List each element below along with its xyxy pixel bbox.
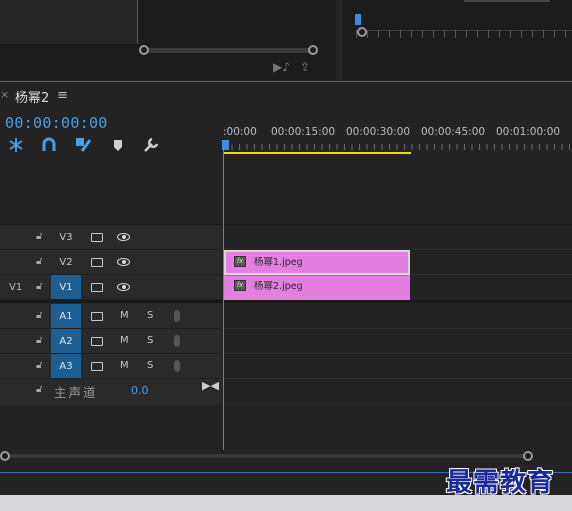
master-track-label: 主声道 bbox=[54, 385, 98, 400]
ruler-tick-label: 00:00:30:00 bbox=[346, 126, 411, 138]
sync-lock-icon[interactable] bbox=[91, 283, 103, 292]
track-target-v1[interactable]: V1 bbox=[51, 275, 81, 299]
fx-badge-icon: fx bbox=[234, 256, 246, 267]
ruler-tick-label: 00:00:15:00 bbox=[271, 126, 336, 138]
sync-lock-icon[interactable] bbox=[91, 258, 103, 267]
linked-select-icon[interactable] bbox=[75, 137, 91, 153]
monitor-frame bbox=[0, 0, 138, 44]
work-area-bar[interactable] bbox=[224, 152, 411, 154]
snap-icon[interactable] bbox=[8, 137, 24, 153]
clip-name: 杨幂2.jpeg bbox=[254, 281, 303, 292]
track-header-v1[interactable]: V1 🔓︎ V1 bbox=[0, 275, 222, 300]
master-volume-value[interactable]: 0.0 bbox=[131, 384, 149, 397]
lock-icon[interactable]: 🔓︎ bbox=[36, 231, 42, 242]
sync-lock-icon[interactable] bbox=[91, 312, 103, 321]
track-target-a2[interactable]: A2 bbox=[51, 329, 81, 353]
program-playhead-icon[interactable] bbox=[355, 14, 361, 25]
sync-lock-icon[interactable] bbox=[91, 337, 103, 346]
track-target-v3[interactable]: V3 bbox=[51, 225, 81, 249]
scrollbar-left-handle[interactable] bbox=[0, 451, 10, 461]
track-header-v3[interactable]: 🔓︎ V3 bbox=[0, 225, 222, 250]
lane-divider bbox=[222, 328, 572, 329]
track-target-v2[interactable]: V2 bbox=[51, 250, 81, 274]
mute-button[interactable]: M bbox=[120, 335, 129, 346]
solo-button[interactable]: S bbox=[147, 360, 153, 371]
microphone-icon[interactable] bbox=[174, 360, 180, 372]
panel-focus-divider bbox=[0, 81, 572, 82]
track-header-a3[interactable]: 🔓︎ A3 M S bbox=[0, 354, 222, 379]
program-scroll-handle[interactable] bbox=[357, 27, 367, 37]
ruler-tick-label: 00:00:45:00 bbox=[421, 126, 486, 138]
monitor-zoom-scrollbar[interactable] bbox=[143, 48, 315, 53]
magnet-icon[interactable] bbox=[41, 137, 57, 153]
sync-lock-icon[interactable] bbox=[91, 233, 103, 242]
track-header-v2[interactable]: 🔓︎ V2 bbox=[0, 250, 222, 275]
marker-icon[interactable] bbox=[110, 137, 126, 153]
track-target-a3[interactable]: A3 bbox=[51, 354, 81, 378]
lock-icon[interactable]: 🔓︎ bbox=[36, 281, 42, 292]
mute-button[interactable]: M bbox=[120, 310, 129, 321]
track-header-a1[interactable]: 🔓︎ A1 M S bbox=[0, 304, 222, 329]
source-monitor-panel: ▶♪ ⇪ bbox=[0, 0, 336, 80]
playhead-timecode[interactable]: 00:00:00:00 bbox=[5, 114, 108, 132]
lock-icon[interactable]: 🔓︎ bbox=[36, 310, 42, 321]
program-time-ruler[interactable] bbox=[356, 30, 572, 38]
time-ruler[interactable] bbox=[224, 144, 572, 150]
go-to-end-icon[interactable]: ▶◀ bbox=[202, 379, 219, 392]
monitor-frame-edge bbox=[464, 0, 550, 2]
eye-icon[interactable] bbox=[117, 258, 130, 266]
ruler-tick-label: 00:01:00:00 bbox=[496, 126, 561, 138]
export-frame-icon[interactable]: ⇪ bbox=[300, 60, 310, 74]
video-audio-divider bbox=[0, 300, 572, 303]
sequence-tab-title[interactable]: 杨幂2 bbox=[15, 87, 49, 106]
lock-icon[interactable]: 🔓︎ bbox=[36, 256, 42, 267]
timeline-horizontal-scrollbar[interactable] bbox=[5, 454, 529, 458]
lock-icon[interactable]: 🔓︎ bbox=[36, 360, 42, 371]
playhead-icon[interactable] bbox=[222, 140, 229, 150]
scrollbar-right-handle[interactable] bbox=[523, 451, 533, 461]
panel-menu-icon[interactable]: ≡ bbox=[57, 88, 68, 103]
microphone-icon[interactable] bbox=[174, 335, 180, 347]
insert-icon[interactable]: ▶♪ bbox=[273, 60, 290, 74]
scrollbar-right-handle[interactable] bbox=[308, 45, 318, 55]
source-patch-v1[interactable]: V1 bbox=[9, 282, 22, 293]
lane-divider bbox=[222, 403, 572, 404]
scrollbar-left-handle[interactable] bbox=[139, 45, 149, 55]
clip-v1[interactable]: fx 杨幂2.jpeg bbox=[224, 275, 410, 300]
playhead-line[interactable] bbox=[223, 150, 224, 450]
wrench-icon[interactable] bbox=[143, 137, 159, 153]
solo-button[interactable]: S bbox=[147, 310, 153, 321]
master-lock-icon[interactable]: 🔓︎ bbox=[36, 384, 42, 395]
program-monitor-panel bbox=[340, 0, 572, 80]
watermark-logo: 最需教育 bbox=[446, 468, 555, 498]
lane-divider bbox=[222, 378, 572, 379]
mute-button[interactable]: M bbox=[120, 360, 129, 371]
lock-icon[interactable]: 🔓︎ bbox=[36, 335, 42, 346]
track-header-a2[interactable]: 🔓︎ A2 M S bbox=[0, 329, 222, 354]
microphone-icon[interactable] bbox=[174, 310, 180, 322]
close-tab-icon[interactable]: × bbox=[0, 88, 9, 101]
track-target-a1[interactable]: A1 bbox=[51, 304, 81, 328]
clip-name: 杨幂1.jpeg bbox=[254, 257, 303, 268]
solo-button[interactable]: S bbox=[147, 335, 153, 346]
fx-badge-icon: fx bbox=[234, 280, 246, 291]
eye-icon[interactable] bbox=[117, 233, 130, 241]
clip-v2[interactable]: fx 杨幂1.jpeg bbox=[224, 250, 410, 275]
eye-icon[interactable] bbox=[117, 283, 130, 291]
lane-divider bbox=[222, 353, 572, 354]
sync-lock-icon[interactable] bbox=[91, 362, 103, 371]
ruler-tick-label: :00:00 bbox=[223, 126, 257, 138]
